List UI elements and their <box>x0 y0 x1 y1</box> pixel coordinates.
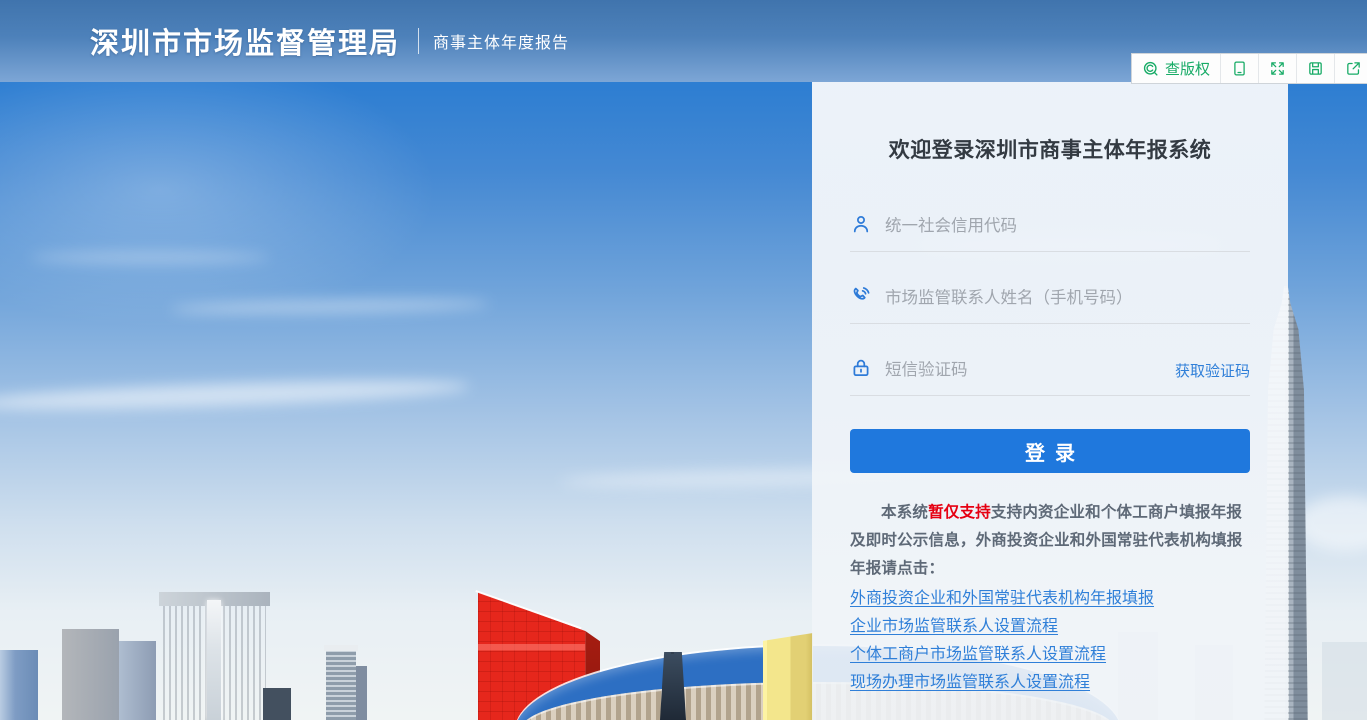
contact-name-input[interactable] <box>885 289 1250 308</box>
save-icon <box>1307 60 1324 77</box>
individual-contact-setup-link[interactable]: 个体工商户市场监管联系人设置流程 <box>850 641 1250 669</box>
lock-icon <box>850 357 885 384</box>
credit-code-input[interactable] <box>885 217 1250 236</box>
contact-name-field <box>850 274 1250 324</box>
building-yellow-block <box>763 633 813 720</box>
check-copyright-label: 查版权 <box>1165 58 1210 79</box>
sky-glow <box>0 40 460 340</box>
building-ornate-tower <box>163 600 266 720</box>
login-title: 欢迎登录深圳市商事主体年报系统 <box>850 134 1250 164</box>
phone-icon <box>850 285 885 312</box>
page: 深圳市市场监督管理局 商事主体年度报告 查版权 <box>0 0 1367 720</box>
building-office-tower <box>119 641 156 720</box>
mobile-view-button[interactable] <box>1221 54 1259 83</box>
foreign-annual-report-link[interactable]: 外商投资企业和外国常驻代表机构年报填报 <box>850 585 1250 613</box>
login-button[interactable]: 登录 <box>850 429 1250 473</box>
brand: 深圳市市场监督管理局 商事主体年度报告 <box>90 20 569 62</box>
building-office-tower <box>62 629 119 720</box>
user-icon <box>850 213 885 240</box>
onsite-contact-setup-link[interactable]: 现场办理市场监管联系人设置流程 <box>850 669 1250 697</box>
building-glass-tower <box>0 650 38 720</box>
support-notice: 本系统暂仅支持支持内资企业和个体工商户填报年报及即时公示信息，外商投资企业和外国… <box>850 499 1250 583</box>
tablet-icon <box>1231 60 1248 77</box>
cloud <box>0 375 470 414</box>
convention-center-mast <box>660 652 686 720</box>
fullscreen-icon <box>1269 60 1286 77</box>
cloud <box>1296 496 1367 551</box>
get-verification-code-link[interactable]: 获取验证码 <box>1175 360 1250 381</box>
login-panel: 欢迎登录深圳市商事主体年报系统 <box>812 82 1288 720</box>
building-striped-tower <box>326 650 356 720</box>
cloud <box>30 252 270 263</box>
sms-code-field: 获取验证码 <box>850 346 1250 396</box>
browser-toolbar: 查版权 <box>1131 53 1367 84</box>
login-form: 获取验证码 <box>850 202 1250 396</box>
enterprise-contact-setup-link[interactable]: 企业市场监管联系人设置流程 <box>850 613 1250 641</box>
export-icon <box>1345 60 1362 77</box>
sms-code-input[interactable] <box>885 361 1167 380</box>
save-button[interactable] <box>1297 54 1335 83</box>
title-divider <box>418 28 419 54</box>
building-dark-lowrise <box>263 688 291 720</box>
site-title: 深圳市市场监督管理局 <box>90 20 400 62</box>
site-subtitle: 商事主体年度报告 <box>433 29 569 53</box>
fullscreen-button[interactable] <box>1259 54 1297 83</box>
copyright-search-icon <box>1142 60 1160 78</box>
share-button[interactable] <box>1335 54 1367 83</box>
highlight-text: 暂仅支持 <box>928 504 991 521</box>
building-striped-tower <box>356 666 367 720</box>
check-copyright-button[interactable]: 查版权 <box>1132 54 1221 83</box>
credit-code-field <box>850 202 1250 252</box>
help-links: 外商投资企业和外国常驻代表机构年报填报 企业市场监管联系人设置流程 个体工商户市… <box>850 585 1250 697</box>
building-faint <box>1322 642 1367 720</box>
